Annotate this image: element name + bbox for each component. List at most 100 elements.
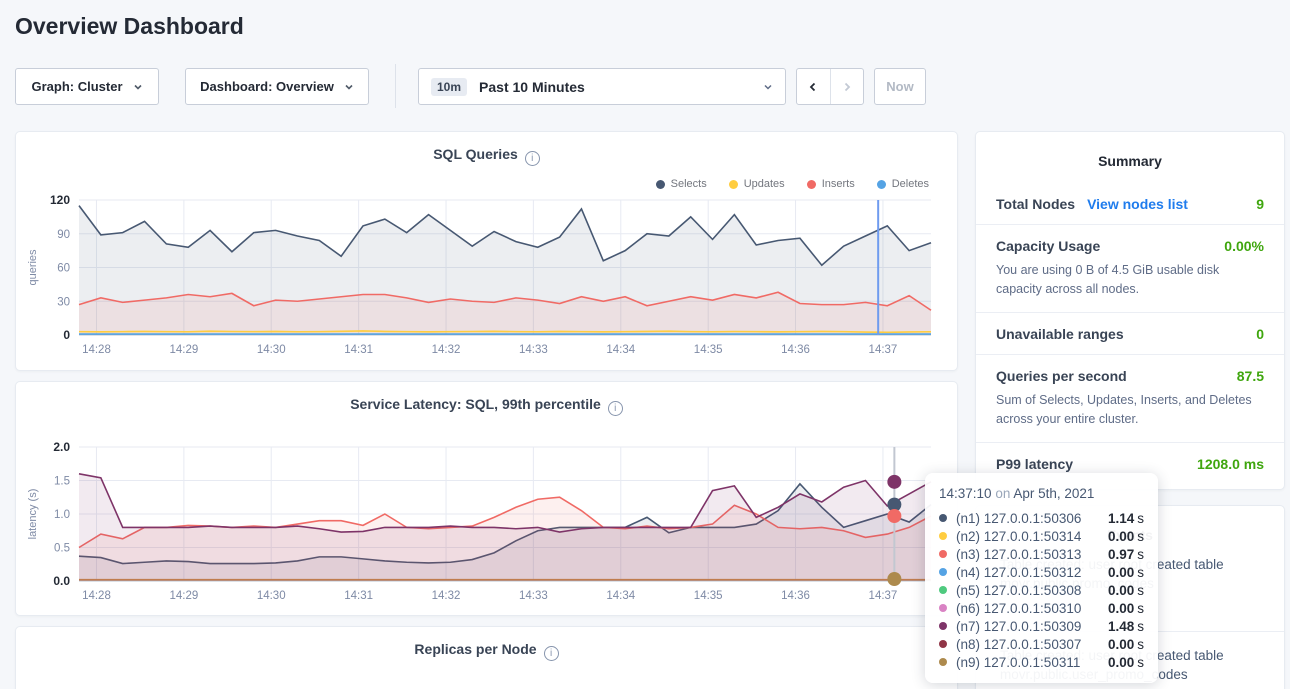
svg-text:14:34: 14:34 <box>606 590 635 602</box>
chart-title-text: Service Latency: SQL, 99th percentile <box>350 396 601 412</box>
node-latency-unit: s <box>1137 565 1144 580</box>
svg-text:14:33: 14:33 <box>519 344 548 356</box>
node-latency-value: 0.97 <box>1108 547 1134 562</box>
sql-queries-chart[interactable]: 14:2814:2914:3014:3114:3214:3314:3414:35… <box>16 192 959 367</box>
tooltip-row: (n1) 127.0.0.1:503061.14s <box>939 509 1144 527</box>
time-range-label: Past 10 Minutes <box>479 79 751 95</box>
series-dot-icon <box>939 514 947 522</box>
summary-value: 1208.0 ms <box>1197 456 1264 472</box>
sql-queries-card: SQL Queriesi SelectsUpdatesInsertsDelete… <box>15 131 958 371</box>
summary-row: Unavailable ranges 0 <box>976 312 1284 354</box>
legend-label: Deletes <box>892 178 929 190</box>
legend-dot-icon <box>656 180 665 189</box>
series-dot-icon <box>939 604 947 612</box>
tooltip-row: (n8) 127.0.0.1:503070.00s <box>939 635 1144 653</box>
dashboard-dropdown-label: Dashboard: Overview <box>200 79 334 94</box>
node-address: (n5) 127.0.0.1:50308 <box>956 583 1108 598</box>
node-latency-unit: s <box>1137 547 1144 562</box>
time-next-button[interactable] <box>830 69 864 104</box>
node-latency-unit: s <box>1137 637 1144 652</box>
chevron-down-icon <box>133 82 143 92</box>
legend-dot-icon <box>729 180 738 189</box>
tooltip-row: (n9) 127.0.0.1:503110.00s <box>939 653 1144 671</box>
node-latency-value: 0.00 <box>1108 583 1134 598</box>
legend-item[interactable]: Inserts <box>807 178 855 190</box>
node-latency-value: 0.00 <box>1108 565 1134 580</box>
svg-text:14:29: 14:29 <box>169 590 198 602</box>
dashboard-dropdown[interactable]: Dashboard: Overview <box>185 68 369 105</box>
sql-queries-legend: Selects Updates Inserts Deletes <box>656 178 929 190</box>
page-title: Overview Dashboard <box>15 13 244 40</box>
summary-label: Unavailable ranges <box>996 326 1124 342</box>
chart-hover-tooltip: 14:37:10 on Apr 5th, 2021 (n1) 127.0.0.1… <box>925 473 1158 683</box>
tooltip-row: (n5) 127.0.0.1:503080.00s <box>939 581 1144 599</box>
summary-row: Queries per second87.5Sum of Selects, Up… <box>976 354 1284 442</box>
svg-text:queries: queries <box>27 249 39 286</box>
summary-panel: Summary Total Nodes View nodes list 9 Capac… <box>975 131 1285 490</box>
summary-label: Total Nodes <box>996 196 1075 212</box>
chevron-left-icon <box>808 82 818 92</box>
time-prev-button[interactable] <box>797 69 830 104</box>
summary-label: P99 latency <box>996 456 1073 472</box>
node-latency-value: 1.14 <box>1108 511 1134 526</box>
info-icon[interactable]: i <box>608 401 623 416</box>
svg-text:14:28: 14:28 <box>82 344 111 356</box>
tooltip-row: (n7) 127.0.0.1:503091.48s <box>939 617 1144 635</box>
node-latency-value: 0.00 <box>1108 637 1134 652</box>
legend-label: Selects <box>671 178 707 190</box>
service-latency-chart[interactable]: 14:2814:2914:3014:3114:3214:3314:3414:35… <box>16 432 959 612</box>
summary-value: 0 <box>1256 326 1264 342</box>
node-address: (n7) 127.0.0.1:50309 <box>956 619 1108 634</box>
node-address: (n9) 127.0.0.1:50311 <box>956 655 1108 670</box>
graph-dropdown[interactable]: Graph: Cluster <box>15 68 159 105</box>
series-dot-icon <box>939 550 947 558</box>
legend-item[interactable]: Deletes <box>877 178 929 190</box>
svg-text:0.5: 0.5 <box>54 543 70 555</box>
summary-rows: Total Nodes View nodes list 9 Capacity Usag… <box>976 183 1284 484</box>
summary-row: Capacity Usage0.00%You are using 0 B of … <box>976 224 1284 312</box>
svg-text:2.0: 2.0 <box>53 440 70 454</box>
node-latency-value: 0.00 <box>1108 529 1134 544</box>
svg-text:14:29: 14:29 <box>169 344 198 356</box>
tooltip-row: (n3) 127.0.0.1:503130.97s <box>939 545 1144 563</box>
series-dot-icon <box>939 622 947 630</box>
replicas-per-node-title: Replicas per Node i <box>16 641 957 661</box>
svg-text:14:32: 14:32 <box>432 344 461 356</box>
legend-dot-icon <box>877 180 886 189</box>
node-latency-unit: s <box>1137 583 1144 598</box>
legend-item[interactable]: Selects <box>656 178 707 190</box>
chevron-down-icon <box>763 82 773 92</box>
svg-text:14:35: 14:35 <box>694 344 723 356</box>
info-icon[interactable]: i <box>544 646 559 661</box>
node-latency-unit: s <box>1137 619 1144 634</box>
series-dot-icon <box>939 658 947 666</box>
info-icon[interactable]: i <box>525 151 540 166</box>
node-address: (n3) 127.0.0.1:50313 <box>956 547 1108 562</box>
node-latency-value: 0.00 <box>1108 655 1134 670</box>
svg-text:14:37: 14:37 <box>869 344 898 356</box>
view-nodes-list-link[interactable]: View nodes list <box>1087 196 1188 212</box>
node-address: (n2) 127.0.0.1:50314 <box>956 529 1108 544</box>
summary-value: 0.00% <box>1224 238 1264 254</box>
legend-label: Updates <box>744 178 785 190</box>
tooltip-row: (n6) 127.0.0.1:503100.00s <box>939 599 1144 617</box>
chart-title-text: Replicas per Node <box>414 641 536 657</box>
svg-text:14:30: 14:30 <box>257 590 286 602</box>
svg-text:0.0: 0.0 <box>53 574 70 588</box>
chevron-down-icon <box>344 82 354 92</box>
svg-text:14:31: 14:31 <box>344 590 373 602</box>
node-address: (n6) 127.0.0.1:50310 <box>956 601 1108 616</box>
toolbar-divider <box>395 64 396 108</box>
now-button[interactable]: Now <box>874 68 926 105</box>
legend-dot-icon <box>807 180 816 189</box>
svg-text:1.0: 1.0 <box>54 509 70 521</box>
svg-text:14:31: 14:31 <box>344 344 373 356</box>
summary-value: 9 <box>1256 196 1264 212</box>
tooltip-row: (n2) 127.0.0.1:503140.00s <box>939 527 1144 545</box>
legend-item[interactable]: Updates <box>729 178 785 190</box>
node-address: (n4) 127.0.0.1:50312 <box>956 565 1108 580</box>
replicas-per-node-card: Replicas per Node i <box>15 626 958 689</box>
svg-text:14:35: 14:35 <box>694 590 723 602</box>
time-range-dropdown[interactable]: 10m Past 10 Minutes <box>418 68 786 105</box>
summary-title: Summary <box>976 132 1284 169</box>
